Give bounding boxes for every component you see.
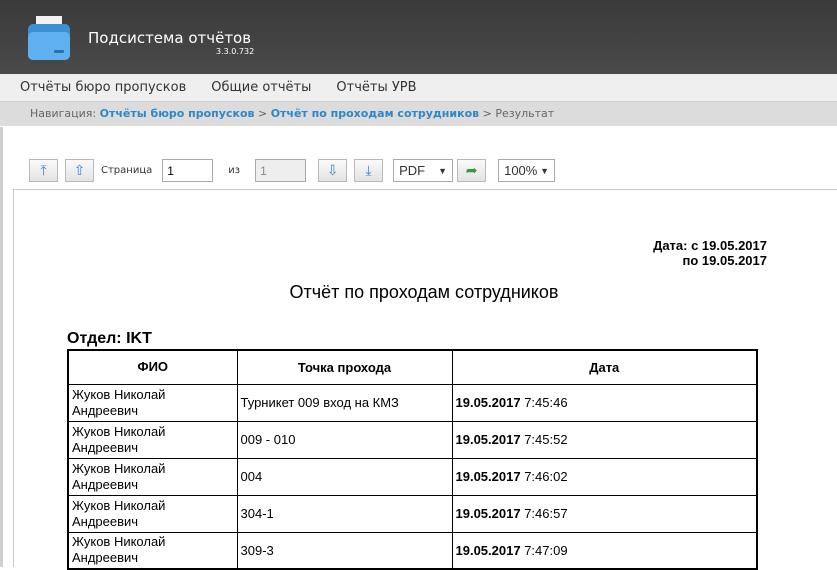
time-value: 7:45:46	[524, 395, 568, 410]
cell-date: 19.05.2017 7:46:02	[451, 457, 758, 496]
cell-name: Жуков Николай Андреевич	[67, 383, 238, 422]
breadcrumb-label: Навигация:	[30, 107, 97, 120]
export-format-value: PDF	[399, 163, 426, 178]
time-value: 7:45:52	[524, 432, 568, 447]
arrow-down-bar-icon: ⤓	[365, 162, 372, 179]
arrow-up-bar-icon: ⤒	[40, 162, 47, 179]
table-row: Жуков Николай Андреевич 304-1 19.05.2017…	[67, 494, 758, 533]
breadcrumb-link-report[interactable]: Отчёт по проходам сотрудников	[271, 107, 479, 120]
last-page-button[interactable]: ⤓	[354, 159, 384, 182]
date-value: 19.05.2017	[455, 542, 521, 558]
column-header-name: ФИО	[67, 349, 238, 385]
zoom-select[interactable]: 100% ▼	[498, 159, 556, 182]
cell-name: Жуков Николай Андреевич	[67, 494, 238, 533]
export-icon: ➦	[465, 162, 478, 179]
next-page-button[interactable]: ⇩	[318, 159, 348, 182]
table-row: Жуков Николай Андреевич 009 - 010 19.05.…	[67, 420, 758, 459]
date-value: 19.05.2017	[455, 395, 521, 410]
report-period: Дата: с 19.05.2017 по 19.05.2017	[653, 238, 767, 268]
cell-name: Жуков Николай Андреевич	[67, 420, 238, 459]
cell-point: 304-1	[236, 494, 453, 533]
table-row: Жуков Николай Андреевич Турникет 009 вхо…	[67, 383, 758, 422]
time-value: 7:46:02	[524, 469, 568, 484]
date-value: 19.05.2017	[455, 432, 521, 447]
breadcrumb-separator: >	[257, 107, 268, 120]
date-from: Дата: с 19.05.2017	[653, 238, 767, 253]
report-page: Дата: с 19.05.2017 по 19.05.2017 Отчёт п…	[13, 189, 837, 570]
menu-item-pass-office-reports[interactable]: Отчёты бюро пропусков	[20, 80, 186, 95]
date-value: 19.05.2017	[455, 506, 521, 521]
report-title: Отчёт по проходам сотрудников	[289, 282, 559, 302]
zoom-value: 100%	[504, 163, 538, 178]
export-button[interactable]: ➦	[457, 159, 487, 182]
date-to: по 19.05.2017	[682, 253, 767, 268]
date-value: 19.05.2017	[455, 469, 521, 484]
viewer-toolbar: ⤒ ⇧ Страница из ⇩ ⤓ PDF▼ ➦ 100%▼	[29, 159, 556, 182]
cell-point: 309-3	[236, 531, 453, 570]
dropdown-arrow-icon: ▼	[540, 165, 550, 176]
menu-item-general-reports[interactable]: Общие отчёты	[211, 80, 311, 95]
cell-date: 19.05.2017 7:45:52	[451, 420, 758, 459]
table-row: Жуков Николай Андреевич 309-3 19.05.2017…	[67, 531, 758, 570]
cell-date: 19.05.2017 7:45:46	[451, 383, 758, 422]
page-input[interactable]	[162, 159, 214, 182]
cell-date: 19.05.2017 7:46:57	[451, 494, 758, 533]
folder-logo-icon	[28, 16, 70, 60]
cell-point: 009 - 010	[236, 420, 453, 459]
cell-point: 004	[236, 457, 453, 496]
column-header-point: Точка прохода	[236, 349, 453, 385]
page-label: Страница	[101, 165, 153, 176]
table-header: ФИО Точка прохода Дата	[67, 349, 758, 385]
app-version: 3.3.0.732	[216, 47, 255, 56]
menu-item-time-reports[interactable]: Отчёты УРВ	[336, 80, 416, 95]
column-header-date: Дата	[451, 349, 758, 385]
time-value: 7:46:57	[524, 506, 568, 521]
first-page-button[interactable]: ⤒	[29, 159, 58, 182]
cell-point: Турникет 009 вход на КМЗ	[236, 383, 453, 422]
breadcrumb-separator: >	[482, 107, 492, 120]
cell-name: Жуков Николай Андреевич	[67, 531, 238, 570]
of-label: из	[228, 165, 241, 176]
department-label: Отдел: IKT	[67, 330, 152, 347]
report-table: ФИО Точка прохода Дата Жуков Николай Анд…	[67, 349, 758, 570]
table-row: Жуков Николай Андреевич 004 19.05.2017 7…	[67, 457, 758, 496]
breadcrumb: Навигация: Отчёты бюро пропусков > Отчёт…	[0, 102, 837, 126]
time-value: 7:47:09	[524, 542, 568, 558]
dropdown-arrow-icon: ▼	[438, 165, 448, 176]
total-pages-field	[255, 159, 307, 182]
export-format-select[interactable]: PDF ▼	[393, 159, 454, 182]
cell-date: 19.05.2017 7:47:09	[451, 531, 758, 570]
breadcrumb-current: Результат	[495, 107, 555, 120]
app-title: Подсистема отчётов	[88, 29, 252, 47]
arrow-down-icon: ⇩	[326, 162, 339, 179]
breadcrumb-link-pass-office[interactable]: Отчёты бюро пропусков	[100, 107, 255, 120]
arrow-up-icon: ⇧	[73, 162, 86, 179]
app-header: Подсистема отчётов 3.3.0.732	[0, 0, 837, 74]
cell-name: Жуков Николай Андреевич	[67, 457, 238, 496]
report-viewer: ⤒ ⇧ Страница из ⇩ ⤓ PDF▼ ➦ 100%▼ Дата: с…	[0, 127, 837, 570]
main-menu: Отчёты бюро пропусков Общие отчёты Отчёт…	[0, 74, 837, 102]
prev-page-button[interactable]: ⇧	[65, 159, 94, 182]
